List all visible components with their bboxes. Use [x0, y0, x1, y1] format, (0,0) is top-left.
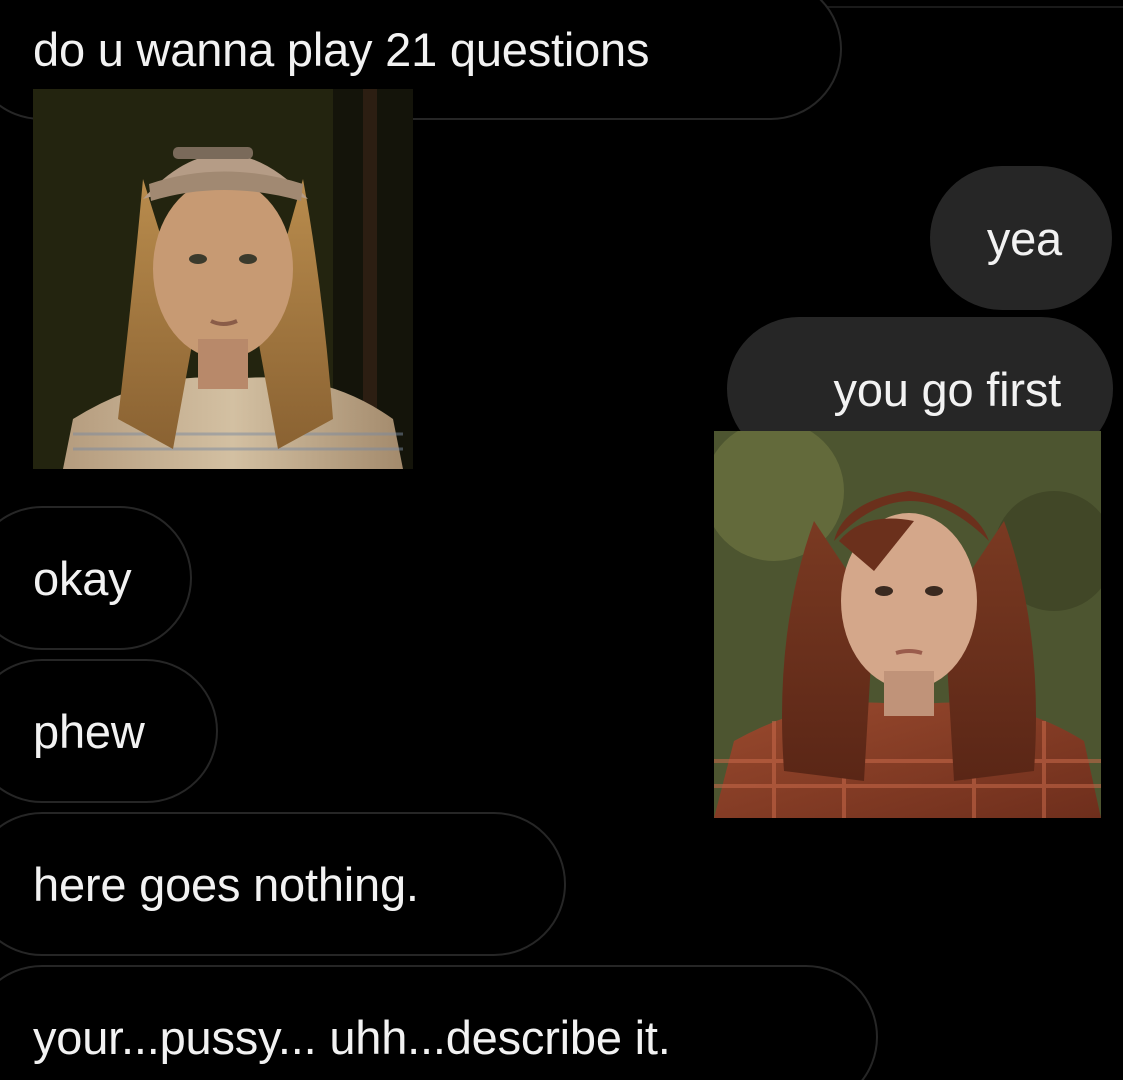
photo-blond-illustration: [33, 89, 413, 469]
incoming-message-bubble[interactable]: here goes nothing.: [0, 812, 566, 956]
message-text: yea: [986, 211, 1062, 265]
message-text: your...pussy... uhh...describe it.: [33, 1010, 671, 1064]
incoming-message-bubble[interactable]: okay: [0, 506, 192, 650]
outgoing-message-bubble[interactable]: yea: [930, 166, 1112, 310]
message-text: you go first: [833, 362, 1062, 416]
photo-auburn-illustration: [714, 431, 1101, 818]
profile-photo-auburn: [714, 431, 1101, 818]
message-text: do u wanna play 21 questions: [33, 22, 650, 76]
message-text: phew: [33, 704, 145, 758]
message-text: okay: [33, 551, 132, 605]
message-text: here goes nothing.: [33, 857, 419, 911]
chat-thread: do u wanna play 21 questions yea you go …: [0, 0, 1123, 1080]
profile-photo-blond: [33, 89, 413, 469]
incoming-message-bubble[interactable]: phew: [0, 659, 218, 803]
incoming-message-bubble[interactable]: your...pussy... uhh...describe it.: [0, 965, 878, 1080]
